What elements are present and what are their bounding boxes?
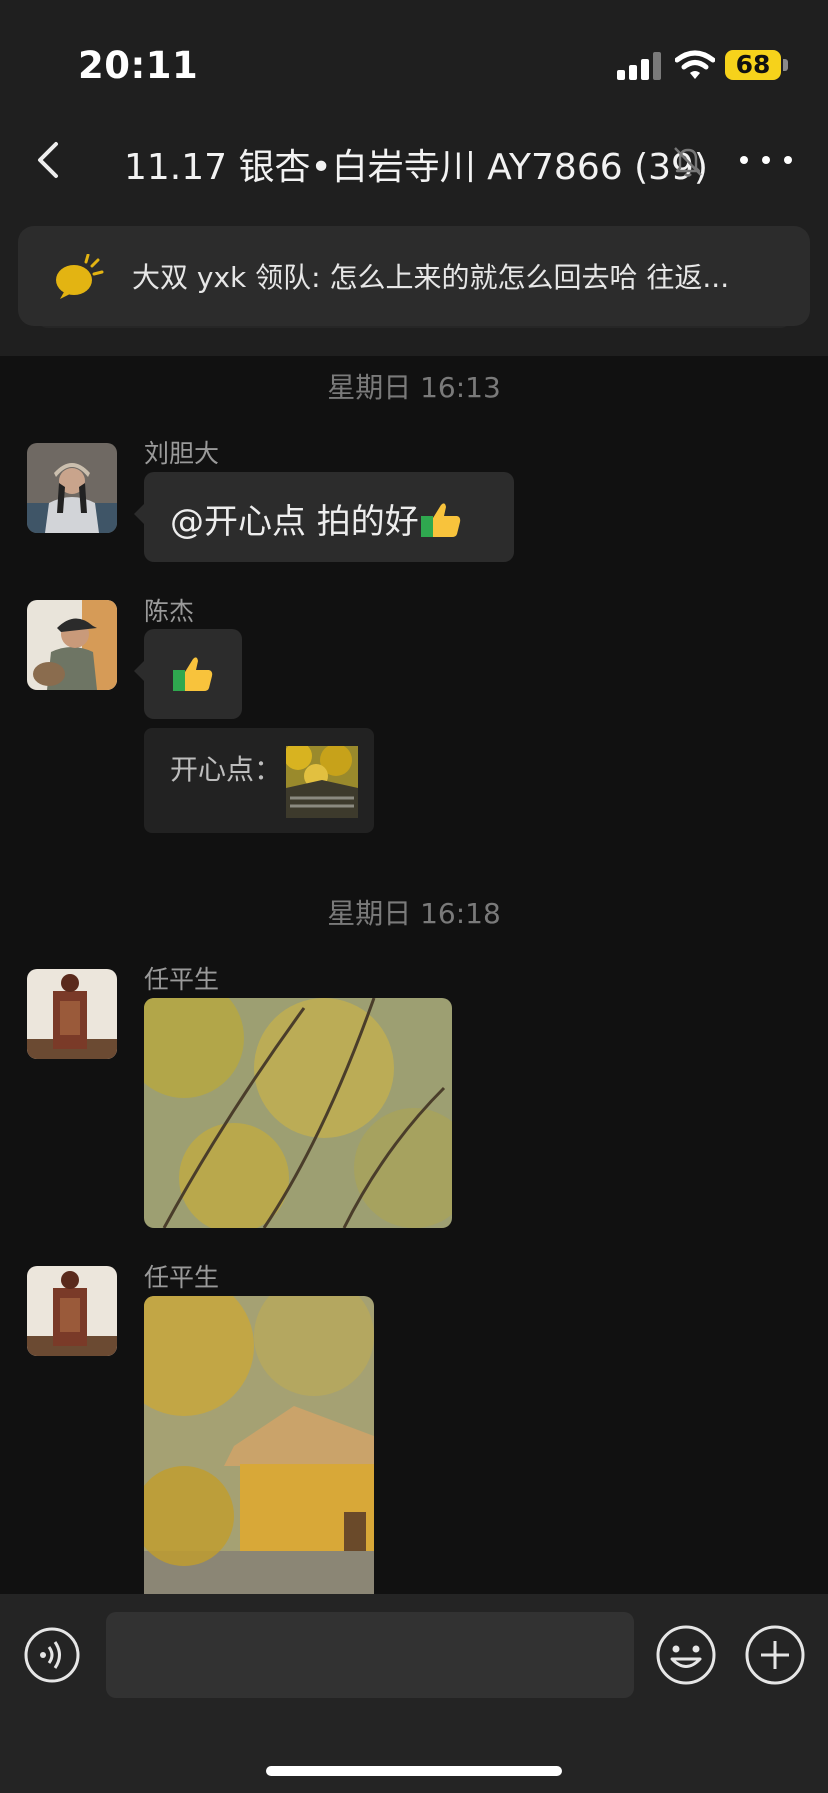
message-bubble[interactable] [134, 629, 242, 719]
voice-icon[interactable] [23, 1626, 81, 1684]
timestamp: 星期日 16:18 [327, 897, 501, 930]
photo-message[interactable] [144, 1296, 374, 1594]
message-text: @开心点 拍的好 [170, 494, 463, 543]
avatar[interactable] [27, 443, 117, 533]
avatar[interactable] [27, 600, 117, 690]
thumbs-up-icon [420, 503, 461, 537]
message-bubble[interactable]: @开心点 拍的好 [134, 472, 514, 562]
avatar[interactable] [27, 969, 117, 1059]
wifi-icon [675, 50, 715, 79]
quote-author: 开心点： [170, 753, 283, 786]
plus-icon[interactable] [744, 1624, 806, 1686]
mute-bell-icon [674, 147, 702, 177]
more-icon[interactable] [740, 138, 792, 182]
sender-name: 陈杰 [144, 597, 195, 626]
home-indicator[interactable] [266, 1766, 562, 1776]
sender-name: 任平生 [144, 1263, 220, 1292]
cellular-signal-icon [617, 50, 661, 80]
status-bar: 20:11 68 [0, 0, 828, 110]
announcement-area: 大双 yxk 领队: 怎么上来的就怎么回去哈 往返... [0, 210, 828, 356]
battery-indicator: 68 [725, 50, 781, 80]
photo-message[interactable] [144, 998, 452, 1228]
quoted-image-thumbnail[interactable] [286, 746, 358, 818]
status-time: 20:11 [78, 44, 199, 87]
battery-nub [783, 59, 788, 71]
input-bar [0, 1594, 828, 1793]
sender-name: 任平生 [144, 965, 220, 994]
chat-header: 11.17 银杏•白岩寺川 AY7866 (39) [0, 110, 828, 210]
sender-name: 刘胆大 [144, 439, 220, 468]
timestamp: 星期日 16:13 [327, 371, 501, 404]
thumbs-up-icon [173, 657, 213, 691]
chat-title[interactable]: 11.17 银杏•白岩寺川 AY7866 (39) [124, 138, 708, 190]
avatar[interactable] [27, 1266, 117, 1356]
message-input[interactable] [106, 1612, 634, 1698]
back-icon[interactable] [30, 138, 70, 182]
announcement-text: 大双 yxk 领队: 怎么上来的就怎么回去哈 往返... [132, 261, 730, 294]
announcement-icon [56, 254, 104, 299]
announcement-banner[interactable]: 大双 yxk 领队: 怎么上来的就怎么回去哈 往返... [18, 226, 810, 326]
emoji-icon[interactable] [655, 1624, 717, 1686]
quoted-message[interactable]: 开心点： [144, 728, 374, 833]
